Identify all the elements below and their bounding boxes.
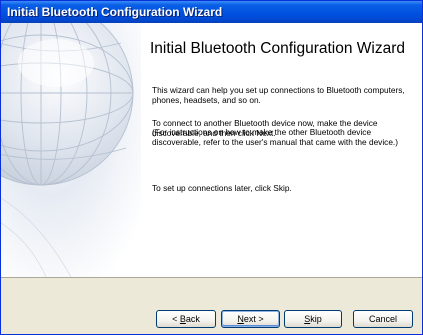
back-button[interactable]: < Back: [156, 310, 216, 328]
cancel-label: Cancel: [368, 314, 397, 324]
button-bar: < Back Next > Skip Cancel: [1, 277, 422, 334]
skip-paragraph: To set up connections later, click Skip.: [152, 183, 292, 193]
back-label-rest: ack: [185, 314, 200, 324]
skip-label-rest: kip: [310, 314, 322, 324]
instructions-paragraph: (For instructions on how to make the oth…: [152, 126, 399, 147]
next-button[interactable]: Next >: [221, 310, 280, 328]
wizard-content: Initial Bluetooth Configuration Wizard T…: [1, 23, 422, 277]
globe-watermark-icon: [1, 23, 141, 277]
skip-button[interactable]: Skip: [284, 310, 342, 328]
window-title: Initial Bluetooth Configuration Wizard: [7, 5, 223, 19]
wizard-window: Initial Bluetooth Configuration Wizard I…: [0, 0, 423, 335]
cancel-button[interactable]: Cancel: [353, 310, 413, 328]
next-label-rest: ext >: [243, 314, 264, 324]
title-bar[interactable]: Initial Bluetooth Configuration Wizard: [1, 1, 422, 23]
back-prefix: <: [172, 314, 180, 324]
intro-paragraph: This wizard can help you set up connecti…: [152, 85, 405, 106]
wizard-heading: Initial Bluetooth Configuration Wizard: [150, 40, 406, 57]
